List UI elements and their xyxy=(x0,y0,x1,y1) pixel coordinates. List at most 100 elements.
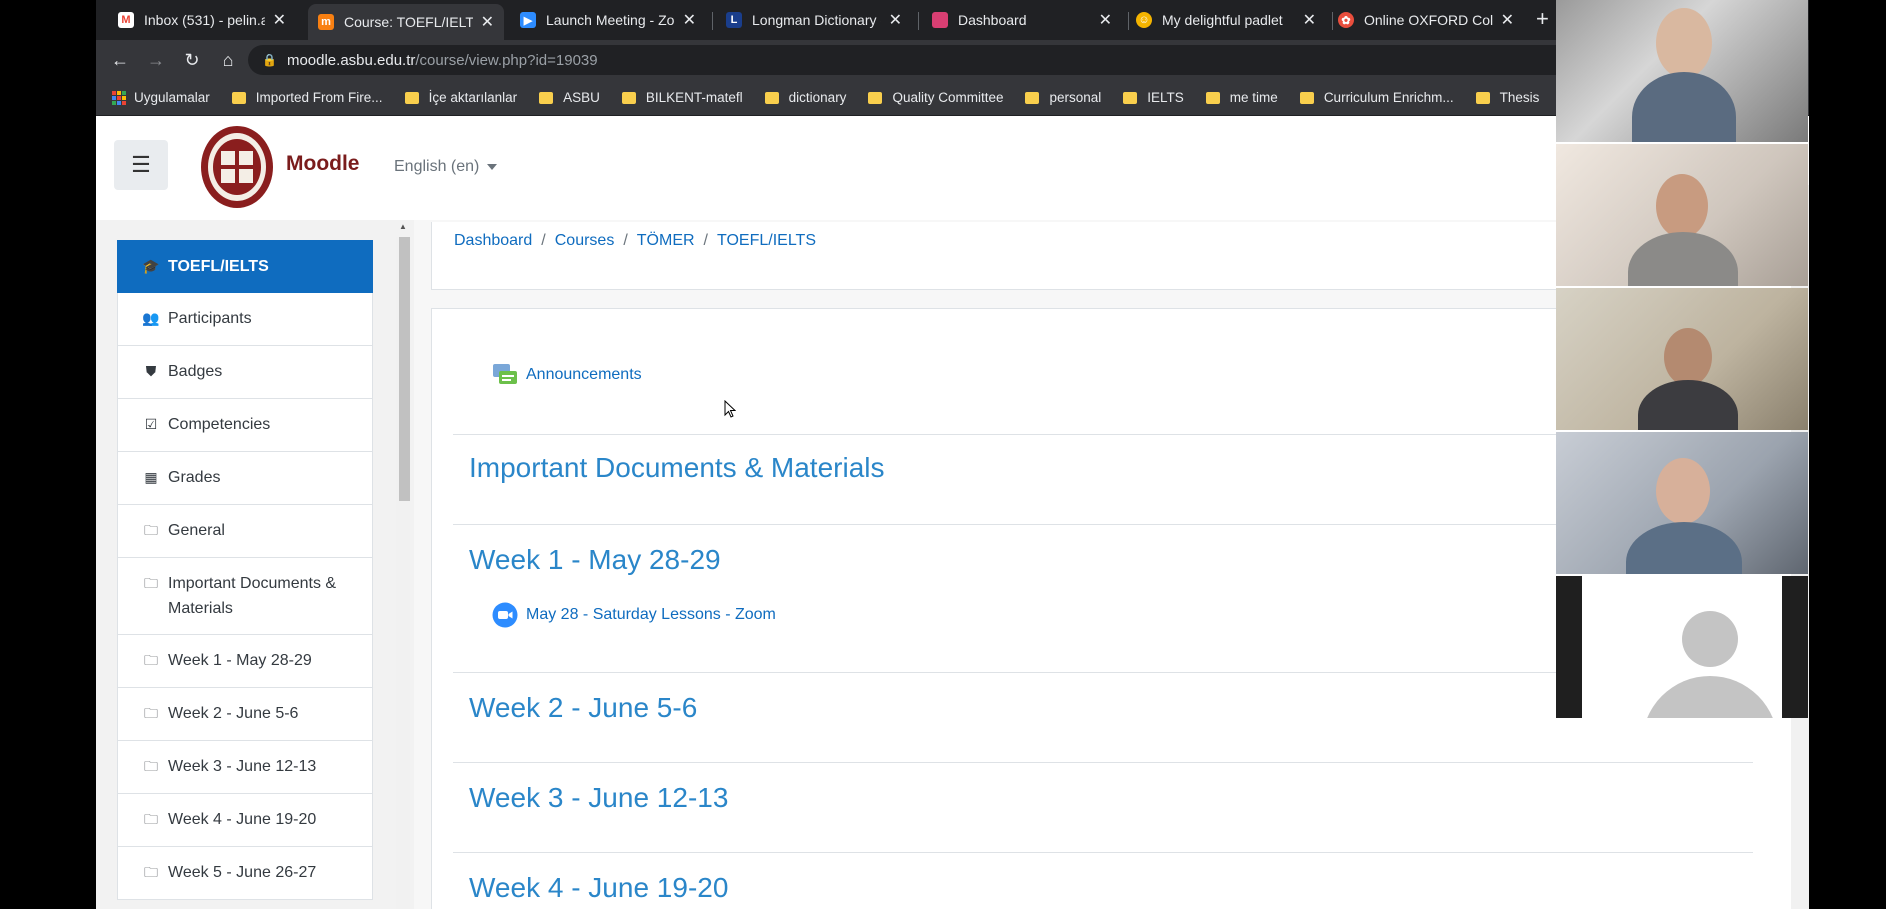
close-icon[interactable]: ✕ xyxy=(481,12,494,32)
folder-icon xyxy=(621,91,636,104)
home-button[interactable]: ⌂ xyxy=(210,44,246,76)
nav-item-label: General xyxy=(168,522,225,539)
folder-icon: 🗀 xyxy=(144,575,158,591)
dashboard-icon xyxy=(932,12,948,28)
section-title-week-3[interactable]: Week 3 - June 12-13 xyxy=(469,782,728,814)
back-button[interactable]: ← xyxy=(102,44,138,76)
tab-strip: M Inbox (531) - pelin.aki ✕ m Course: TO… xyxy=(96,0,1809,40)
breadcrumb-courses[interactable]: Courses xyxy=(555,232,615,250)
drawer-toggle-button[interactable]: ☰ xyxy=(114,140,168,190)
folder-icon xyxy=(404,91,419,104)
section-title-important-documents[interactable]: Important Documents & Materials xyxy=(469,452,885,484)
nav-item-grades[interactable]: ▦ Grades xyxy=(117,452,373,505)
participant-face xyxy=(1664,328,1712,386)
caret-down-icon xyxy=(487,163,498,170)
lock-icon: 🔒 xyxy=(262,53,277,67)
section-title-week-4[interactable]: Week 4 - June 19-20 xyxy=(469,872,728,904)
bookmark-folder[interactable]: Curriculum Enrichm... xyxy=(1299,90,1454,105)
video-tile-participant-4[interactable] xyxy=(1556,432,1808,574)
close-icon[interactable]: ✕ xyxy=(1099,10,1112,30)
bookmark-label: me time xyxy=(1229,90,1278,105)
language-label: English (en) xyxy=(394,158,480,175)
activity-announcements[interactable]: Announcements xyxy=(492,362,642,388)
bookmark-label: İçe aktarılanlar xyxy=(428,90,518,105)
shield-icon: ⛊ xyxy=(145,363,157,379)
tab-dashboard[interactable]: Dashboard ✕ xyxy=(922,4,1122,36)
reload-button[interactable]: ↻ xyxy=(174,44,210,76)
forward-button[interactable]: → xyxy=(138,44,174,76)
section-title-week-1[interactable]: Week 1 - May 28-29 xyxy=(469,544,721,576)
folder-icon: 🗀 xyxy=(144,522,158,538)
folder-icon xyxy=(1205,91,1220,104)
tab-longman[interactable]: L Longman Dictionary o ✕ xyxy=(716,4,912,36)
bookmark-label: Thesis xyxy=(1499,90,1540,105)
breadcrumb-dashboard[interactable]: Dashboard xyxy=(454,232,532,250)
tab-oxford[interactable]: ✿ Online OXFORD Collo ✕ xyxy=(1328,4,1524,36)
tab-title: Inbox (531) - pelin.aki xyxy=(144,12,265,28)
browser-window: M Inbox (531) - pelin.aki ✕ m Course: TO… xyxy=(96,0,1809,909)
bookmark-folder[interactable]: İçe aktarılanlar xyxy=(404,90,518,105)
scroll-up-arrow-icon[interactable]: ▲ xyxy=(399,222,407,231)
url-host: moodle.asbu.edu.tr xyxy=(286,51,416,69)
site-brand[interactable]: Moodle xyxy=(286,152,360,176)
bookmark-label: Imported From Fire... xyxy=(255,90,383,105)
bookmark-folder[interactable]: personal xyxy=(1025,90,1101,105)
mouse-cursor-icon xyxy=(724,400,736,418)
bookmark-folder[interactable]: BILKENT-matefl xyxy=(621,90,743,105)
nav-item-general[interactable]: 🗀 General xyxy=(117,505,373,558)
new-tab-button[interactable]: + xyxy=(1536,6,1549,32)
section-title-week-2[interactable]: Week 2 - June 5-6 xyxy=(469,692,697,724)
close-icon[interactable]: ✕ xyxy=(1501,10,1514,30)
nav-item-week-2[interactable]: 🗀 Week 2 - June 5-6 xyxy=(117,688,373,741)
bookmark-folder[interactable]: dictionary xyxy=(764,90,846,105)
video-tile-participant-2[interactable] xyxy=(1556,144,1808,286)
address-bar[interactable]: 🔒 moodle.asbu.edu.tr/course/view.php?id=… xyxy=(248,45,1648,75)
activity-zoom-meeting[interactable]: May 28 - Saturday Lessons - Zoom xyxy=(492,602,776,628)
nav-item-participants[interactable]: 👥 Participants xyxy=(117,293,373,346)
video-tile-participant-5[interactable] xyxy=(1556,576,1808,718)
nav-item-important-documents[interactable]: 🗀 Important Documents & Materials xyxy=(117,558,373,635)
breadcrumb-tomer[interactable]: TÖMER xyxy=(637,232,695,250)
nav-item-week-5[interactable]: 🗀 Week 5 - June 26-27 xyxy=(117,847,373,900)
tab-title: Course: TOEFL/IELTS K xyxy=(344,14,473,30)
participant-body xyxy=(1626,522,1742,574)
video-tile-participant-3[interactable] xyxy=(1556,288,1808,430)
language-menu[interactable]: English (en) xyxy=(394,158,498,176)
breadcrumb-course[interactable]: TOEFL/IELTS xyxy=(717,232,816,250)
nav-item-course[interactable]: 🎓 TOEFL/IELTS xyxy=(117,240,373,293)
apps-grid-icon xyxy=(112,90,126,105)
bookmark-folder[interactable]: Quality Committee xyxy=(868,90,1003,105)
bookmark-folder[interactable]: ASBU xyxy=(539,90,600,105)
nav-item-week-1[interactable]: 🗀 Week 1 - May 28-29 xyxy=(117,635,373,688)
drawer-scrollbar-thumb[interactable] xyxy=(399,237,410,501)
tab-title: My delightful padlet xyxy=(1162,12,1283,28)
video-tile-participant-1[interactable] xyxy=(1556,0,1808,142)
tab-moodle-course[interactable]: m Course: TOEFL/IELTS K ✕ xyxy=(308,4,504,40)
bookmark-folder[interactable]: me time xyxy=(1205,90,1278,105)
nav-item-week-4[interactable]: 🗀 Week 4 - June 19-20 xyxy=(117,794,373,847)
bookmark-folder[interactable]: Thesis xyxy=(1475,90,1540,105)
tab-gmail[interactable]: M Inbox (531) - pelin.aki ✕ xyxy=(108,4,296,36)
avatar-placeholder xyxy=(1582,576,1782,718)
folder-icon: 🗀 xyxy=(144,758,158,774)
nav-item-competencies[interactable]: ☑ Competencies xyxy=(117,399,373,452)
tab-padlet[interactable]: ☺ My delightful padlet ✕ xyxy=(1126,4,1326,36)
close-icon[interactable]: ✕ xyxy=(889,10,902,30)
bookmark-label: BILKENT-matefl xyxy=(645,90,743,105)
bookmark-folder[interactable]: IELTS xyxy=(1123,90,1184,105)
close-icon[interactable]: ✕ xyxy=(683,10,696,30)
nav-item-badges[interactable]: ⛊ Badges xyxy=(117,346,373,399)
participant-body xyxy=(1638,380,1738,430)
tab-zoom[interactable]: ▶ Launch Meeting - Zoo ✕ xyxy=(510,4,706,36)
nav-item-label: Grades xyxy=(168,469,221,486)
university-seal-logo[interactable] xyxy=(200,125,274,209)
tab-title: Online OXFORD Collo xyxy=(1364,12,1493,28)
bookmark-folder[interactable]: Imported From Fire... xyxy=(231,90,383,105)
nav-item-week-3[interactable]: 🗀 Week 3 - June 12-13 xyxy=(117,741,373,794)
bookmark-apps[interactable]: Uygulamalar xyxy=(112,90,210,105)
moodle-navbar: ☰ Moodle English (en) xyxy=(96,116,1809,220)
nav-item-label: Week 3 - June 12-13 xyxy=(168,758,317,775)
close-icon[interactable]: ✕ xyxy=(1303,10,1316,30)
close-icon[interactable]: ✕ xyxy=(273,10,286,30)
breadcrumb-separator: / xyxy=(541,232,546,249)
